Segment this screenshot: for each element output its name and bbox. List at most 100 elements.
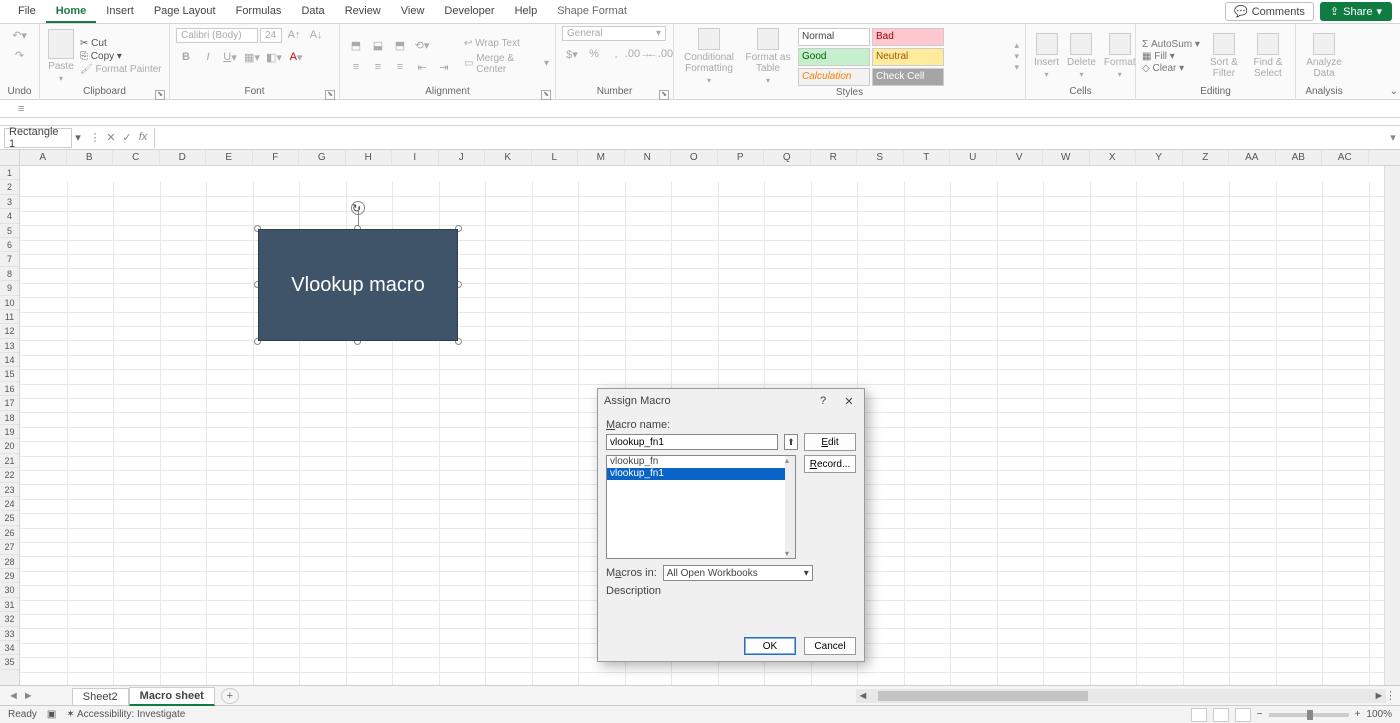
- row-header[interactable]: 21: [0, 454, 19, 468]
- row-header[interactable]: 5: [0, 224, 19, 238]
- style-calculation[interactable]: Calculation: [798, 68, 870, 86]
- format-as-table-button[interactable]: Format as Table▾: [742, 26, 794, 87]
- edit-button[interactable]: Edit: [804, 433, 856, 451]
- col-header[interactable]: O: [671, 150, 718, 165]
- zoom-thumb[interactable]: [1307, 710, 1313, 720]
- row-header[interactable]: 27: [0, 540, 19, 554]
- gallery-more-button[interactable]: ▾: [1014, 62, 1019, 73]
- ok-button[interactable]: OK: [744, 637, 796, 655]
- style-good[interactable]: Good: [798, 48, 870, 66]
- tab-pagelayout[interactable]: Page Layout: [144, 1, 226, 23]
- find-select-button[interactable]: Find & Select: [1248, 31, 1288, 81]
- formula-expand-button[interactable]: ▾: [1386, 131, 1400, 144]
- fx-button[interactable]: fx: [136, 131, 150, 144]
- row-header[interactable]: 8: [0, 267, 19, 281]
- clear-button[interactable]: ◇ Clear ▾: [1142, 63, 1200, 74]
- col-header[interactable]: B: [67, 150, 114, 165]
- border-button[interactable]: ▦▾: [242, 48, 262, 66]
- number-launcher[interactable]: ⬊: [659, 90, 669, 100]
- view-normal-button[interactable]: [1191, 708, 1207, 722]
- namebox-split[interactable]: ⋮: [88, 131, 102, 144]
- col-header[interactable]: Y: [1136, 150, 1183, 165]
- row-header[interactable]: 29: [0, 569, 19, 583]
- col-header[interactable]: R: [811, 150, 858, 165]
- zoom-in-button[interactable]: +: [1355, 709, 1361, 720]
- row-header[interactable]: 33: [0, 627, 19, 641]
- view-pagelayout-button[interactable]: [1213, 708, 1229, 722]
- gallery-down-button[interactable]: ▾: [1014, 51, 1019, 62]
- fill-color-button[interactable]: ◧▾: [264, 48, 284, 66]
- align-left-button[interactable]: ≡: [346, 58, 366, 76]
- align-center-button[interactable]: ≡: [368, 58, 388, 76]
- format-painter-button[interactable]: 🖌 Format Painter: [80, 64, 162, 75]
- col-header[interactable]: N: [625, 150, 672, 165]
- row-header[interactable]: 20: [0, 439, 19, 453]
- horizontal-scrollbar[interactable]: ◄ ►: [856, 689, 1386, 703]
- hscroll-thumb[interactable]: [878, 691, 1088, 701]
- align-top-button[interactable]: ⬒: [346, 36, 366, 54]
- autosum-button[interactable]: Σ AutoSum ▾: [1142, 39, 1200, 50]
- row-header[interactable]: 13: [0, 339, 19, 353]
- cell-styles-gallery[interactable]: Normal Bad Good Neutral Calculation Chec…: [798, 28, 1008, 86]
- col-header[interactable]: A: [20, 150, 67, 165]
- redo-button[interactable]: ↷: [10, 46, 30, 64]
- analyze-data-button[interactable]: Analyze Data: [1302, 31, 1346, 81]
- copy-button[interactable]: ⎘ Copy ▾: [80, 51, 162, 62]
- align-middle-button[interactable]: ⬓: [368, 36, 388, 54]
- insert-cells-button[interactable]: Insert▾: [1032, 31, 1061, 81]
- row-header[interactable]: 3: [0, 195, 19, 209]
- sheet-tab-macro-sheet[interactable]: Macro sheet: [129, 687, 215, 706]
- row-header[interactable]: 10: [0, 296, 19, 310]
- increase-font-button[interactable]: A↑: [284, 26, 304, 44]
- column-headers[interactable]: ABCDEFGHIJKLMNOPQRSTUVWXYZAAABAC: [20, 150, 1400, 166]
- name-box[interactable]: Rectangle 1: [4, 128, 72, 148]
- col-header[interactable]: P: [718, 150, 765, 165]
- style-normal[interactable]: Normal: [798, 28, 870, 46]
- tab-data[interactable]: Data: [291, 1, 334, 23]
- zoom-slider[interactable]: [1269, 713, 1349, 717]
- row-header[interactable]: 23: [0, 483, 19, 497]
- increase-decimal-button[interactable]: .00→: [628, 45, 648, 63]
- col-header[interactable]: S: [857, 150, 904, 165]
- tab-split[interactable]: ⋮: [1385, 689, 1396, 702]
- cut-button[interactable]: ✂ Cut: [80, 38, 162, 49]
- row-header[interactable]: 1: [0, 166, 19, 180]
- italic-button[interactable]: I: [198, 48, 218, 66]
- tab-formulas[interactable]: Formulas: [226, 1, 292, 23]
- row-header[interactable]: 24: [0, 497, 19, 511]
- percent-button[interactable]: %: [584, 45, 604, 63]
- merge-center-button[interactable]: ▭ Merge & Center ▾: [464, 53, 549, 75]
- macro-list[interactable]: vlookup_fn vlookup_fn1 ▴▾: [606, 455, 796, 559]
- style-bad[interactable]: Bad: [872, 28, 944, 46]
- hscroll-left[interactable]: ◄: [856, 690, 870, 702]
- sheet-nav-next[interactable]: ►: [23, 690, 34, 702]
- undo-button[interactable]: ↶▾: [10, 26, 30, 44]
- sheet-nav-prev[interactable]: ◄: [8, 690, 19, 702]
- accounting-button[interactable]: $▾: [562, 45, 582, 63]
- hscroll-right[interactable]: ►: [1372, 690, 1386, 702]
- col-header[interactable]: V: [997, 150, 1044, 165]
- orientation-button[interactable]: ⟲▾: [412, 36, 432, 54]
- col-header[interactable]: AA: [1229, 150, 1276, 165]
- col-header[interactable]: AB: [1276, 150, 1323, 165]
- row-header[interactable]: 34: [0, 641, 19, 655]
- macro-rec-icon[interactable]: ▣: [47, 709, 56, 720]
- tab-help[interactable]: Help: [505, 1, 548, 23]
- tab-shapeformat[interactable]: Shape Format: [547, 1, 637, 23]
- view-pagebreak-button[interactable]: [1235, 708, 1251, 722]
- row-header[interactable]: 35: [0, 655, 19, 669]
- decrease-font-button[interactable]: A↓: [306, 26, 326, 44]
- col-header[interactable]: E: [206, 150, 253, 165]
- conditional-formatting-button[interactable]: Conditional Formatting▾: [680, 26, 738, 87]
- col-header[interactable]: U: [950, 150, 997, 165]
- col-header[interactable]: K: [485, 150, 532, 165]
- fill-button[interactable]: ▦ Fill ▾: [1142, 51, 1200, 62]
- font-launcher[interactable]: ⬊: [325, 90, 335, 100]
- col-header[interactable]: D: [160, 150, 207, 165]
- select-all-corner[interactable]: [0, 150, 20, 166]
- row-header[interactable]: 32: [0, 612, 19, 626]
- row-header[interactable]: 6: [0, 238, 19, 252]
- tab-insert[interactable]: Insert: [96, 1, 144, 23]
- align-bottom-button[interactable]: ⬒: [390, 36, 410, 54]
- row-header[interactable]: 22: [0, 468, 19, 482]
